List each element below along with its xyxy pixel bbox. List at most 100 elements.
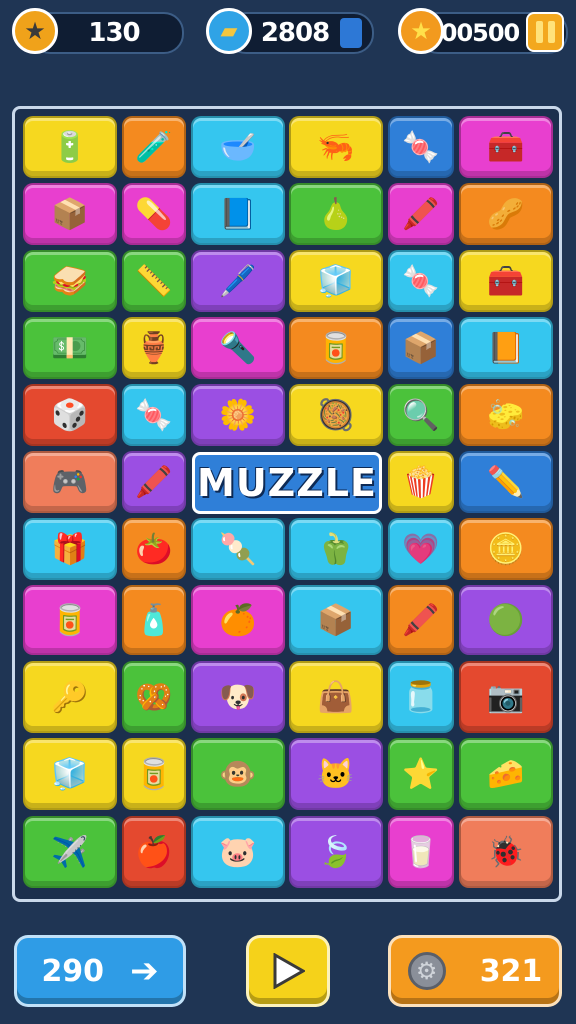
- tile-r3-c6[interactable]: 🧰: [459, 250, 553, 312]
- settings-counter-button[interactable]: ⚙ 321: [388, 935, 562, 1007]
- tile-r4-c6[interactable]: 📙: [459, 317, 553, 379]
- tile-r5-c3[interactable]: 🌼: [191, 384, 285, 446]
- tile-item-icon: 📏: [135, 264, 173, 298]
- tile-r1-c6[interactable]: 🧰: [459, 116, 553, 178]
- tile-r9-c6[interactable]: 📷: [459, 661, 553, 733]
- tile-r7-c4[interactable]: 🫑: [289, 518, 383, 580]
- tile-r1-c3[interactable]: 🥣: [191, 116, 285, 178]
- pause-button[interactable]: [526, 12, 564, 52]
- tile-item-icon: 📦: [51, 197, 89, 231]
- play-button[interactable]: [246, 935, 330, 1007]
- tile-r6-c6[interactable]: ✏️: [459, 451, 553, 513]
- tile-item-icon: 🥛: [402, 835, 440, 869]
- tile-r11-c1[interactable]: ✈️: [23, 816, 117, 888]
- tile-r10-c3[interactable]: 🐵: [191, 738, 285, 810]
- tile-r8-c4[interactable]: 📦: [289, 585, 383, 655]
- tile-r8-c3[interactable]: 🍊: [191, 585, 285, 655]
- tile-r7-c5[interactable]: 💗: [388, 518, 454, 580]
- tile-r11-c4[interactable]: 🍃: [289, 816, 383, 888]
- tile-r5-c6[interactable]: 🧽: [459, 384, 553, 446]
- tile-r4-c3[interactable]: 🔦: [191, 317, 285, 379]
- tile-r9-c4[interactable]: 👜: [289, 661, 383, 733]
- tile-r10-c5[interactable]: ⭐: [388, 738, 454, 810]
- tile-r2-c3[interactable]: 📘: [191, 183, 285, 245]
- tile-item-icon: ⭐: [402, 757, 440, 791]
- tile-item-icon: 🖍️: [402, 197, 440, 231]
- tile-item-icon: 🎮: [51, 465, 89, 499]
- tile-item-icon: 🟢: [487, 603, 525, 637]
- tile-item-icon: 🖊️: [219, 264, 257, 298]
- play-icon: [273, 953, 305, 989]
- tile-r3-c2[interactable]: 📏: [122, 250, 186, 312]
- tile-r10-c1[interactable]: 🧊: [23, 738, 117, 810]
- tile-item-icon: 📦: [402, 331, 440, 365]
- tile-r8-c6[interactable]: 🟢: [459, 585, 553, 655]
- tile-r5-c4[interactable]: 🥘: [289, 384, 383, 446]
- tile-item-icon: 🖍️: [135, 465, 173, 499]
- tile-r11-c5[interactable]: 🥛: [388, 816, 454, 888]
- items-progress-bar: [340, 18, 362, 48]
- move-counter-button[interactable]: 290 ➔: [14, 935, 186, 1007]
- tile-r7-c3[interactable]: 🍡: [191, 518, 285, 580]
- tile-item-icon: 🍐: [317, 197, 355, 231]
- tile-item-icon: 🐶: [219, 680, 257, 714]
- tile-item-icon: 🥣: [219, 130, 257, 164]
- tile-r2-c1[interactable]: 📦: [23, 183, 117, 245]
- star-icon: ★: [12, 8, 58, 54]
- tile-item-icon: 🍬: [402, 264, 440, 298]
- box-icon: ▰: [206, 8, 252, 54]
- tile-r7-c6[interactable]: 🪙: [459, 518, 553, 580]
- tile-r3-c5[interactable]: 🍬: [388, 250, 454, 312]
- tile-r6-c1[interactable]: 🎮: [23, 451, 117, 513]
- tile-r11-c6[interactable]: 🐞: [459, 816, 553, 888]
- tile-r8-c2[interactable]: 🧴: [122, 585, 186, 655]
- tile-r5-c1[interactable]: 🎲: [23, 384, 117, 446]
- tile-r8-c1[interactable]: 🥫: [23, 585, 117, 655]
- tile-r11-c3[interactable]: 🐷: [191, 816, 285, 888]
- game-title: MUZZLE: [197, 461, 377, 505]
- tile-r4-c2[interactable]: 🏺: [122, 317, 186, 379]
- tile-r10-c2[interactable]: 🥫: [122, 738, 186, 810]
- tile-item-icon: 👜: [317, 680, 355, 714]
- tile-r3-c1[interactable]: 🥪: [23, 250, 117, 312]
- tile-r7-c1[interactable]: 🎁: [23, 518, 117, 580]
- tile-r4-c1[interactable]: 💵: [23, 317, 117, 379]
- tile-r10-c4[interactable]: 🐱: [289, 738, 383, 810]
- tile-r2-c2[interactable]: 💊: [122, 183, 186, 245]
- tile-r8-c5[interactable]: 🖍️: [388, 585, 454, 655]
- tile-r2-c4[interactable]: 🍐: [289, 183, 383, 245]
- tile-item-icon: 🥜: [487, 197, 525, 231]
- tile-r4-c5[interactable]: 📦: [388, 317, 454, 379]
- tile-r5-c2[interactable]: 🍬: [122, 384, 186, 446]
- tile-r1-c4[interactable]: 🦐: [289, 116, 383, 178]
- tile-r10-c6[interactable]: 🧀: [459, 738, 553, 810]
- tile-r9-c3[interactable]: 🐶: [191, 661, 285, 733]
- tile-r1-c1[interactable]: 🔋: [23, 116, 117, 178]
- tile-item-icon: 🧊: [51, 757, 89, 791]
- tile-r9-c5[interactable]: 🫙: [388, 661, 454, 733]
- tile-r9-c1[interactable]: 🔑: [23, 661, 117, 733]
- tile-r5-c5[interactable]: 🔍: [388, 384, 454, 446]
- tile-r1-c2[interactable]: 🧪: [122, 116, 186, 178]
- move-counter-value: 290: [41, 953, 105, 989]
- tile-item-icon: 🔦: [219, 331, 257, 365]
- tile-r2-c5[interactable]: 🖍️: [388, 183, 454, 245]
- tile-r11-c2[interactable]: 🍎: [122, 816, 186, 888]
- tile-r1-c5[interactable]: 🍬: [388, 116, 454, 178]
- stars-value: 130: [88, 18, 140, 48]
- tile-item-icon: 🥫: [135, 757, 173, 791]
- tile-r3-c4[interactable]: 🧊: [289, 250, 383, 312]
- tile-r3-c3[interactable]: 🖊️: [191, 250, 285, 312]
- tile-item-icon: 🍊: [219, 603, 257, 637]
- tile-item-icon: ✈️: [51, 835, 89, 869]
- tile-r7-c2[interactable]: 🍅: [122, 518, 186, 580]
- tile-r4-c4[interactable]: 🥫: [289, 317, 383, 379]
- tile-r6-c2[interactable]: 🖍️: [122, 451, 186, 513]
- tile-r2-c6[interactable]: 🥜: [459, 183, 553, 245]
- tile-r6-c5[interactable]: 🍿: [388, 451, 454, 513]
- tile-item-icon: 💗: [402, 532, 440, 566]
- tile-r9-c2[interactable]: 🥨: [122, 661, 186, 733]
- tile-item-icon: 🍡: [219, 532, 257, 566]
- game-logo: MUZZLE: [192, 452, 382, 514]
- tile-item-icon: 🧪: [135, 130, 173, 164]
